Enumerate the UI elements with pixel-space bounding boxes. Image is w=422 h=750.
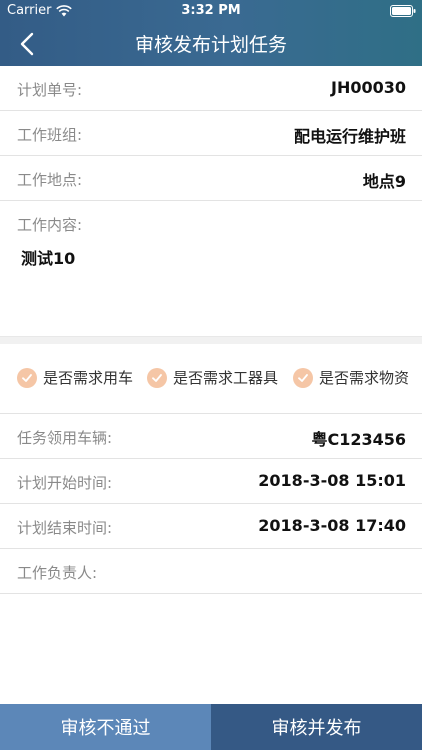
need-tools-checkbox[interactable]: 是否需求工器具 bbox=[147, 367, 278, 388]
requirements-row: 是否需求用车 是否需求工器具 是否需求物资 bbox=[0, 344, 422, 414]
approve-publish-button[interactable]: 审核并发布 bbox=[211, 704, 422, 750]
end-time-label: 计划结束时间: bbox=[17, 519, 113, 537]
location-row: 工作地点: 地点9 bbox=[0, 156, 422, 201]
vehicle-value: 粤C123456 bbox=[311, 430, 406, 449]
status-bar: Carrier 3:32 PM bbox=[0, 0, 422, 22]
checkmark-icon bbox=[293, 367, 313, 388]
end-time-row[interactable]: 计划结束时间: 2018-3-08 17:40 bbox=[0, 504, 422, 549]
leader-row[interactable]: 工作负责人: bbox=[0, 549, 422, 594]
start-time-label: 计划开始时间: bbox=[17, 474, 113, 492]
team-label: 工作班组: bbox=[17, 126, 83, 144]
form-content: 计划单号: JH00030 工作班组: 配电运行维护班 工作地点: 地点9 工作… bbox=[0, 66, 422, 594]
battery-icon bbox=[390, 5, 416, 17]
vehicle-row[interactable]: 任务领用车辆: 粤C123456 bbox=[0, 414, 422, 459]
vehicle-label: 任务领用车辆: bbox=[17, 429, 113, 447]
header: Carrier 3:32 PM 审核发布计划任务 bbox=[0, 0, 422, 66]
plan-number-row: 计划单号: JH00030 bbox=[0, 66, 422, 111]
work-content-label: 工作内容: bbox=[17, 216, 83, 234]
need-tools-label: 是否需求工器具 bbox=[173, 369, 279, 387]
plan-number-value: JH00030 bbox=[330, 78, 406, 97]
team-value: 配电运行维护班 bbox=[293, 127, 406, 146]
plan-number-label: 计划单号: bbox=[17, 81, 83, 99]
work-content-value: 测试10 bbox=[21, 249, 76, 268]
location-label: 工作地点: bbox=[17, 171, 83, 189]
action-bar: 审核不通过 审核并发布 bbox=[0, 704, 422, 750]
leader-label: 工作负责人: bbox=[17, 564, 98, 582]
start-time-value: 2018-3-08 15:01 bbox=[258, 471, 406, 490]
need-vehicle-checkbox[interactable]: 是否需求用车 bbox=[17, 367, 133, 388]
status-time: 3:32 PM bbox=[181, 3, 241, 18]
end-time-value: 2018-3-08 17:40 bbox=[258, 516, 406, 535]
reject-button[interactable]: 审核不通过 bbox=[0, 704, 211, 750]
need-vehicle-label: 是否需求用车 bbox=[43, 369, 134, 387]
work-content-block: 工作内容: 测试10 bbox=[0, 201, 422, 336]
page-title: 审核发布计划任务 bbox=[134, 34, 287, 56]
section-divider bbox=[0, 336, 422, 344]
need-materials-label: 是否需求物资 bbox=[319, 369, 410, 387]
checkmark-icon bbox=[17, 367, 37, 388]
need-materials-checkbox[interactable]: 是否需求物资 bbox=[293, 367, 409, 388]
checkmark-icon bbox=[147, 367, 167, 388]
nav-bar: 审核发布计划任务 bbox=[0, 22, 422, 66]
team-row: 工作班组: 配电运行维护班 bbox=[0, 111, 422, 156]
location-value: 地点9 bbox=[362, 172, 406, 191]
start-time-row[interactable]: 计划开始时间: 2018-3-08 15:01 bbox=[0, 459, 422, 504]
